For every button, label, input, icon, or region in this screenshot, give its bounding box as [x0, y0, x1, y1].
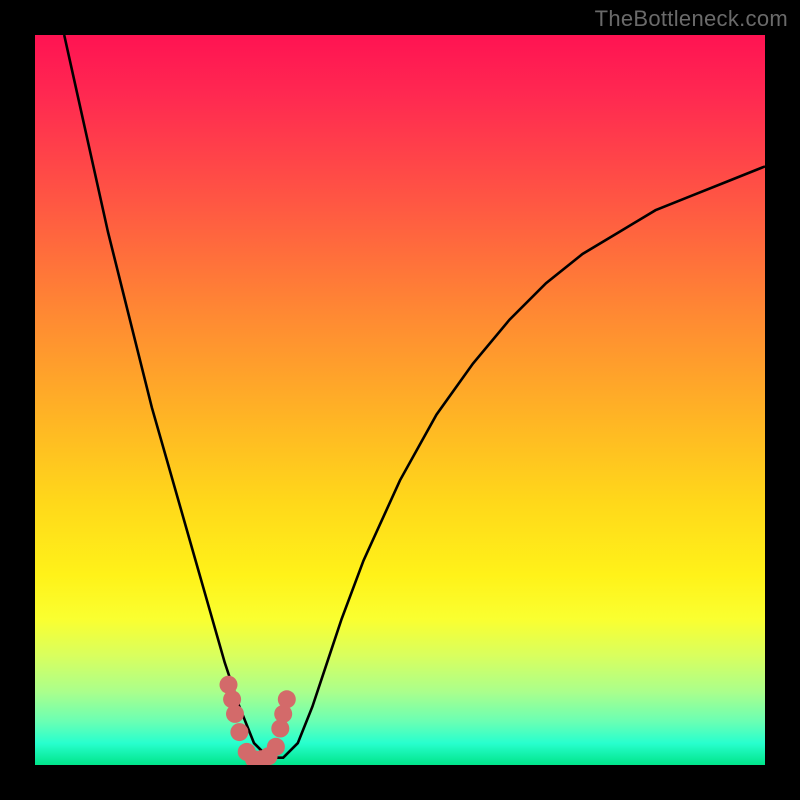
optimal-marker	[267, 738, 285, 756]
optimal-marker	[226, 705, 244, 723]
optimal-region-markers	[220, 676, 296, 765]
bottleneck-curve	[64, 35, 765, 758]
watermark-text: TheBottleneck.com	[595, 6, 788, 32]
chart-frame: TheBottleneck.com	[0, 0, 800, 800]
curve-path	[64, 35, 765, 758]
optimal-marker	[230, 723, 248, 741]
optimal-marker	[278, 690, 296, 708]
plot-area	[35, 35, 765, 765]
curve-layer	[35, 35, 765, 765]
